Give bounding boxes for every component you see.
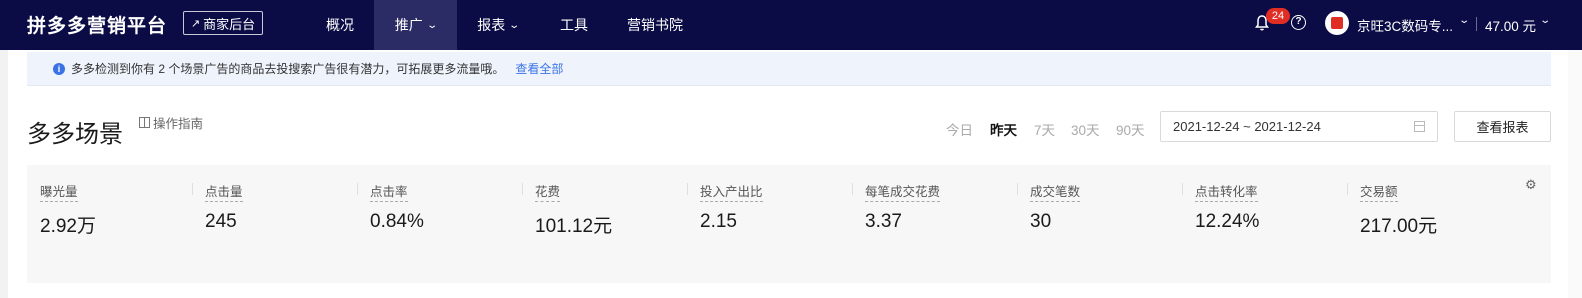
- chevron-down-icon: ⌄: [508, 19, 521, 31]
- metric-card[interactable]: 点击量 245: [192, 165, 357, 283]
- range-yesterday[interactable]: 昨天: [990, 119, 1017, 139]
- divider: [687, 183, 688, 195]
- view-all-link[interactable]: 查看全部: [515, 60, 563, 77]
- gear-icon[interactable]: ⚙: [1525, 178, 1537, 191]
- metric-card[interactable]: 交易额 217.00元: [1347, 165, 1512, 283]
- operation-guide-link[interactable]: 操作指南: [139, 113, 203, 132]
- help-icon[interactable]: ?: [1291, 15, 1306, 30]
- chevron-down-icon: ⌄: [426, 19, 438, 31]
- metric-card[interactable]: 投入产出比 2.15: [687, 165, 852, 283]
- top-nav-bar: 拼多多营销平台 ↗ 商家后台 概况 推广 ⌄ 报表 ⌄ 工具 营销书院 24 ?…: [0, 0, 1582, 50]
- chevron-down-icon[interactable]: ⌄: [1539, 15, 1551, 26]
- divider: [1476, 17, 1477, 31]
- metric-label: 成交笔数: [1030, 181, 1081, 202]
- metric-card[interactable]: 每笔成交花费 3.37: [852, 165, 1017, 283]
- page-title: 多多场景: [27, 121, 123, 148]
- metric-card[interactable]: 点击率 0.84%: [357, 165, 522, 283]
- metric-label: 花费: [535, 181, 561, 202]
- metric-label: 每笔成交花费: [865, 181, 941, 202]
- merchant-backend-button[interactable]: ↗ 商家后台: [183, 11, 263, 35]
- divider: [1017, 183, 1018, 195]
- nav-item-reports[interactable]: 报表 ⌄: [470, 0, 526, 50]
- divider: [1182, 183, 1183, 195]
- nav-item-label: 推广: [394, 17, 423, 33]
- metric-card[interactable]: 点击转化率 12.24%: [1182, 165, 1347, 283]
- metric-value: 245: [205, 211, 237, 232]
- metric-value: 0.84%: [370, 211, 424, 232]
- metric-value: 2.15: [700, 211, 737, 232]
- range-90-days[interactable]: 90天: [1116, 119, 1145, 139]
- brand-logo[interactable]: 拼多多营销平台: [27, 11, 167, 38]
- shop-logo-icon: [1331, 17, 1343, 29]
- range-30-days[interactable]: 30天: [1071, 119, 1100, 139]
- range-today[interactable]: 今日: [946, 119, 973, 139]
- metric-label: 曝光量: [40, 181, 78, 202]
- metric-value: 3.37: [865, 211, 902, 232]
- nav-item-overview[interactable]: 概况: [317, 0, 363, 50]
- merchant-backend-label: 商家后台: [203, 16, 256, 32]
- chevron-down-icon[interactable]: ⌄: [1458, 15, 1470, 26]
- account-balance[interactable]: 47.00 元: [1485, 15, 1536, 35]
- metric-label: 交易额: [1360, 181, 1398, 202]
- view-report-button[interactable]: 查看报表: [1454, 111, 1551, 142]
- metric-value: 101.12元: [535, 216, 613, 237]
- metric-card[interactable]: 成交笔数 30: [1017, 165, 1182, 283]
- metric-value: 217.00元: [1360, 216, 1438, 237]
- range-7-days[interactable]: 7天: [1034, 119, 1055, 139]
- nav-item-label: 工具: [560, 17, 588, 33]
- metric-value: 2.92万: [40, 216, 96, 237]
- notification-badge: 24: [1266, 8, 1290, 24]
- nav-item-label: 概况: [326, 17, 354, 33]
- divider: [1347, 183, 1348, 195]
- date-range-value: 2021-12-24 ~ 2021-12-24: [1173, 119, 1321, 134]
- nav-item-tools[interactable]: 工具: [553, 0, 595, 50]
- nav-item-academy[interactable]: 营销书院: [620, 0, 690, 50]
- metric-value: 12.24%: [1195, 211, 1260, 232]
- left-rail: [0, 50, 8, 298]
- notice-text: 多多检测到你有 2 个场景广告的商品去投搜索广告很有潜力，可拓展更多流量哦。: [71, 62, 505, 76]
- metrics-panel: 曝光量 2.92万 点击量 245 点击率 0.84% 花费 101.12元 投…: [27, 165, 1551, 283]
- metric-card[interactable]: 曝光量 2.92万: [27, 165, 192, 283]
- metric-label: 点击率: [370, 181, 408, 202]
- shop-avatar[interactable]: [1325, 11, 1349, 35]
- metric-label: 点击转化率: [1195, 181, 1258, 202]
- calendar-icon: [1414, 121, 1425, 132]
- metric-label: 投入产出比: [700, 181, 763, 202]
- operation-guide-label: 操作指南: [153, 117, 204, 131]
- notice-banner: i 多多检测到你有 2 个场景广告的商品去投搜索广告很有潜力，可拓展更多流量哦。…: [27, 52, 1551, 86]
- metric-label: 点击量: [205, 181, 243, 202]
- date-range-picker[interactable]: 2021-12-24 ~ 2021-12-24: [1160, 111, 1438, 142]
- metric-value: 30: [1030, 211, 1052, 232]
- nav-item-label: 营销书院: [627, 17, 683, 33]
- divider: [192, 183, 193, 195]
- divider: [852, 183, 853, 195]
- shop-name[interactable]: 京旺3C数码专...: [1357, 15, 1453, 35]
- nav-item-promotion[interactable]: 推广 ⌄: [374, 0, 457, 50]
- divider: [522, 183, 523, 195]
- metric-card[interactable]: 花费 101.12元: [522, 165, 687, 283]
- external-link-icon: ↗: [190, 17, 201, 30]
- book-icon: [139, 117, 150, 128]
- nav-item-label: 报表: [477, 17, 506, 33]
- scrollbar-track[interactable]: [1568, 50, 1582, 298]
- info-icon: i: [53, 62, 65, 75]
- divider: [357, 183, 358, 195]
